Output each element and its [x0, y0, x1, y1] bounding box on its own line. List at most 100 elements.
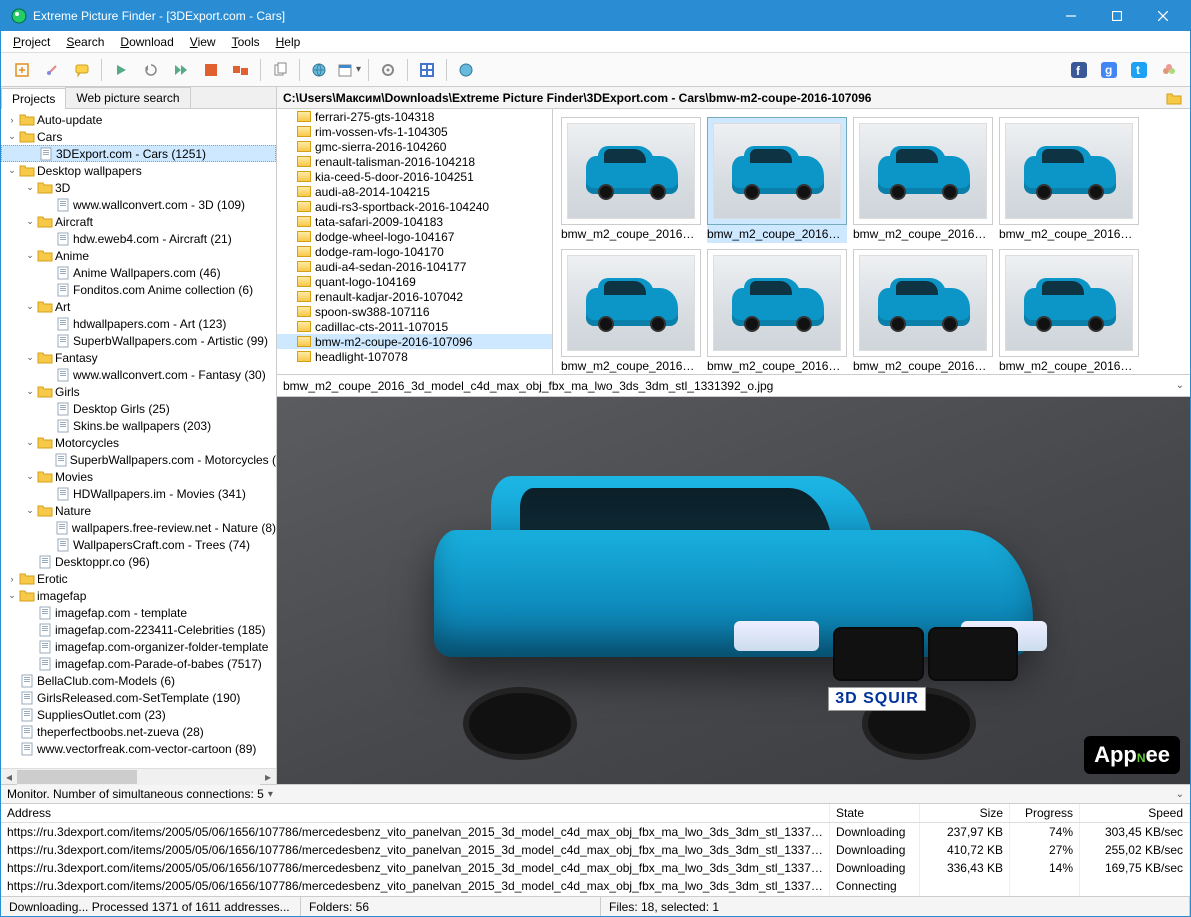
tree-node[interactable]: ⌄Desktop wallpapers [1, 162, 276, 179]
tree-node[interactable]: www.vectorfreak.com-vector-cartoon (89) [1, 740, 276, 757]
monitor-bar[interactable]: Monitor. Number of simultaneous connecti… [1, 784, 1190, 804]
subfolder-list[interactable]: ferrari-275-gts-104318rim-vossen-vfs-1-1… [277, 109, 553, 374]
tree-node[interactable]: imagefap.com-Parade-of-babes (7517) [1, 655, 276, 672]
close-button[interactable] [1140, 1, 1186, 31]
tree-node[interactable]: ⌄Girls [1, 383, 276, 400]
minimize-button[interactable] [1048, 1, 1094, 31]
open-folder-icon[interactable] [1166, 90, 1182, 106]
tree-node[interactable]: ⌄Fantasy [1, 349, 276, 366]
facebook-icon[interactable]: f [1066, 57, 1092, 83]
subfolder-item[interactable]: cadillac-cts-2011-107015 [277, 319, 552, 334]
tree-node[interactable]: BellaClub.com-Models (6) [1, 672, 276, 689]
subfolder-item[interactable]: headlight-107078 [277, 349, 552, 364]
skip-button[interactable] [168, 57, 194, 83]
col-address[interactable]: Address [1, 804, 830, 822]
stop-all-button[interactable] [228, 57, 254, 83]
community-icon[interactable] [1156, 57, 1182, 83]
tree-node[interactable]: ⌄3D [1, 179, 276, 196]
subfolder-item[interactable]: audi-rs3-sportback-2016-104240 [277, 199, 552, 214]
subfolder-item[interactable]: audi-a4-sedan-2016-104177 [277, 259, 552, 274]
subfolder-item[interactable]: gmc-sierra-2016-104260 [277, 139, 552, 154]
tree-node[interactable]: Skins.be wallpapers (203) [1, 417, 276, 434]
comment-button[interactable] [69, 57, 95, 83]
thumbnail[interactable]: bmw_m2_coupe_2016_3d... [707, 117, 847, 243]
subfolder-item[interactable]: quant-logo-104169 [277, 274, 552, 289]
thumbnail[interactable]: bmw_m2_coupe_2016_3d... [999, 117, 1139, 243]
subfolder-item[interactable]: kia-ceed-5-door-2016-104251 [277, 169, 552, 184]
downloads-table[interactable]: Address State Size Progress Speed https:… [1, 804, 1190, 896]
menu-project[interactable]: Project [5, 33, 58, 51]
tree-node[interactable]: wallpapers.free-review.net - Nature (8) [1, 519, 276, 536]
tree-node[interactable]: SuppliesOutlet.com (23) [1, 706, 276, 723]
tab-web-search[interactable]: Web picture search [65, 87, 190, 108]
preview-filename-bar[interactable]: bmw_m2_coupe_2016_3d_model_c4d_max_obj_f… [277, 375, 1190, 397]
col-size[interactable]: Size [920, 804, 1010, 822]
titlebar[interactable]: Extreme Picture Finder - [3DExport.com -… [1, 1, 1190, 31]
download-row[interactable]: https://ru.3dexport.com/items/2005/05/06… [1, 823, 1190, 841]
tree-node[interactable]: Anime Wallpapers.com (46) [1, 264, 276, 281]
tree-h-scrollbar[interactable]: ◂ ▸ [1, 768, 276, 784]
menu-download[interactable]: Download [112, 33, 181, 51]
new-project-button[interactable] [9, 57, 35, 83]
thumbnail[interactable]: bmw_m2_coupe_2016_3d... [561, 249, 701, 374]
tab-projects[interactable]: Projects [1, 88, 66, 109]
subfolder-item[interactable]: tata-safari-2009-104183 [277, 214, 552, 229]
maximize-button[interactable] [1094, 1, 1140, 31]
thumbnail[interactable]: bmw_m2_coupe_2016_3d... [853, 117, 993, 243]
col-state[interactable]: State [830, 804, 920, 822]
download-row[interactable]: https://ru.3dexport.com/items/2005/05/06… [1, 841, 1190, 859]
col-speed[interactable]: Speed [1080, 804, 1190, 822]
tree-node[interactable]: ›Erotic [1, 570, 276, 587]
tree-node[interactable]: ⌄Motorcycles [1, 434, 276, 451]
google-icon[interactable]: g [1096, 57, 1122, 83]
download-row[interactable]: https://ru.3dexport.com/items/2005/05/06… [1, 859, 1190, 877]
tree-node[interactable]: ⌄Anime [1, 247, 276, 264]
help-button[interactable] [453, 57, 479, 83]
menu-tools[interactable]: Tools [224, 33, 268, 51]
tree-node[interactable]: hdwallpapers.com - Art (123) [1, 315, 276, 332]
tree-node[interactable]: SuperbWallpapers.com - Artistic (99) [1, 332, 276, 349]
subfolder-item[interactable]: renault-talisman-2016-104218 [277, 154, 552, 169]
menu-search[interactable]: Search [58, 33, 112, 51]
tree-node[interactable]: www.wallconvert.com - 3D (109) [1, 196, 276, 213]
subfolder-item[interactable]: dodge-wheel-logo-104167 [277, 229, 552, 244]
subfolder-item[interactable]: audi-a8-2014-104215 [277, 184, 552, 199]
subfolder-item[interactable]: spoon-sw388-107116 [277, 304, 552, 319]
tree-node[interactable]: ›Auto-update [1, 111, 276, 128]
copy-button[interactable] [267, 57, 293, 83]
tree-node[interactable]: 3DExport.com - Cars (1251) [1, 145, 276, 162]
menu-help[interactable]: Help [268, 33, 309, 51]
subfolder-item[interactable]: dodge-ram-logo-104170 [277, 244, 552, 259]
project-tree[interactable]: ›Auto-update⌄Cars3DExport.com - Cars (12… [1, 109, 276, 768]
subfolder-item[interactable]: bmw-m2-coupe-2016-107096 [277, 334, 552, 349]
chevron-down-icon[interactable]: ⌄ [1176, 380, 1184, 391]
grid-button[interactable] [414, 57, 440, 83]
tree-node[interactable]: imagefap.com-organizer-folder-template [1, 638, 276, 655]
download-row[interactable]: https://ru.3dexport.com/items/2005/05/06… [1, 877, 1190, 895]
tree-node[interactable]: theperfectboobs.net-zueva (28) [1, 723, 276, 740]
tree-node[interactable]: SuperbWallpapers.com - Motorcycles ( [1, 451, 276, 468]
settings-button[interactable] [39, 57, 65, 83]
subfolder-item[interactable]: renault-kadjar-2016-107042 [277, 289, 552, 304]
thumbnail[interactable]: bmw_m2_coupe_2016_3d... [561, 117, 701, 243]
tree-node[interactable]: Desktoppr.co (96) [1, 553, 276, 570]
tree-node[interactable]: www.wallconvert.com - Fantasy (30) [1, 366, 276, 383]
subfolder-item[interactable]: rim-vossen-vfs-1-104305 [277, 124, 552, 139]
tree-node[interactable]: GirlsReleased.com-SetTemplate (190) [1, 689, 276, 706]
refresh-button[interactable] [138, 57, 164, 83]
gear-button[interactable] [375, 57, 401, 83]
tree-node[interactable]: ⌄Art [1, 298, 276, 315]
tree-node[interactable]: imagefap.com - template [1, 604, 276, 621]
chevron-down-icon[interactable]: ⌄ [1176, 789, 1184, 800]
tree-node[interactable]: ⌄Nature [1, 502, 276, 519]
twitter-icon[interactable]: t [1126, 57, 1152, 83]
play-button[interactable] [108, 57, 134, 83]
tree-node[interactable]: WallpapersCraft.com - Trees (74) [1, 536, 276, 553]
menu-view[interactable]: View [182, 33, 224, 51]
globe-button[interactable] [306, 57, 332, 83]
subfolder-item[interactable]: ferrari-275-gts-104318 [277, 109, 552, 124]
tree-node[interactable]: HDWallpapers.im - Movies (341) [1, 485, 276, 502]
tree-node[interactable]: Fonditos.com Anime collection (6) [1, 281, 276, 298]
tree-node[interactable]: hdw.eweb4.com - Aircraft (21) [1, 230, 276, 247]
thumbnail[interactable]: bmw_m2_coupe_2016_3d... [853, 249, 993, 374]
